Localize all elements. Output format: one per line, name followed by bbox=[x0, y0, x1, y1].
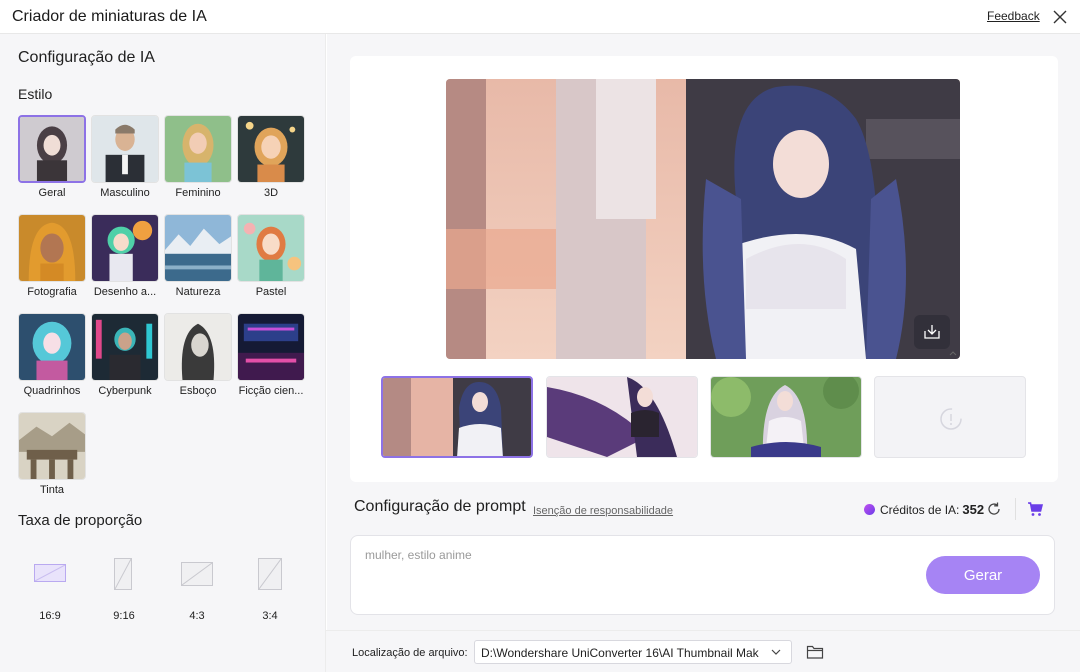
credits-icon bbox=[864, 504, 875, 515]
style-cyberpunk[interactable]: Cyberpunk bbox=[91, 313, 159, 405]
style-label-fotografia: Fotografia bbox=[27, 286, 77, 298]
style-3d[interactable]: 3D bbox=[237, 115, 305, 207]
style-quadrinhos[interactable]: Quadrinhos bbox=[18, 313, 86, 405]
style-label-masculino: Masculino bbox=[100, 187, 150, 199]
style-masculino[interactable]: Masculino bbox=[91, 115, 159, 207]
close-icon bbox=[1053, 10, 1067, 24]
style-feminino-thumbnail bbox=[164, 115, 232, 183]
style-pastel-thumbnail bbox=[237, 214, 305, 282]
style-tinta-thumbnail bbox=[18, 412, 86, 480]
style-tinta[interactable]: Tinta bbox=[18, 412, 86, 504]
style-pastel[interactable]: Pastel bbox=[237, 214, 305, 306]
cart-button[interactable] bbox=[1026, 500, 1044, 518]
style-feminino[interactable]: Feminino bbox=[164, 115, 232, 207]
divider bbox=[1015, 498, 1016, 520]
folder-icon bbox=[806, 645, 824, 659]
ratio-4-3-shape bbox=[181, 562, 213, 586]
style-fotografia[interactable]: Fotografia bbox=[18, 214, 86, 306]
style-natureza-thumbnail bbox=[164, 214, 232, 282]
ai-settings-title: Configuração de IA bbox=[18, 49, 155, 66]
ratio-3-4[interactable]: 3:4 bbox=[240, 556, 300, 626]
style-cyberpunk-thumbnail bbox=[91, 313, 159, 381]
style-quadrinhos-thumbnail bbox=[18, 313, 86, 381]
open-folder-button[interactable] bbox=[806, 644, 824, 660]
style-desenho-thumbnail bbox=[91, 214, 159, 282]
prompt-input[interactable] bbox=[365, 548, 905, 604]
expand-chevron-icon bbox=[949, 351, 957, 356]
generate-button[interactable]: Gerar bbox=[926, 556, 1040, 594]
ratio-3-4-shape bbox=[258, 558, 282, 590]
style-geral[interactable]: Geral bbox=[18, 115, 86, 207]
style-masculino-thumbnail bbox=[91, 115, 159, 183]
file-location-path: D:\Wondershare UniConverter 16\AI Thumbn… bbox=[481, 646, 759, 660]
generated-image-preview bbox=[446, 79, 960, 359]
thumbnail-2[interactable] bbox=[546, 376, 698, 458]
style-label-cyberpunk: Cyberpunk bbox=[98, 385, 152, 397]
thumbnail-4-empty[interactable] bbox=[874, 376, 1026, 458]
chevron-down-icon bbox=[771, 649, 781, 655]
style-fotografia-thumbnail bbox=[18, 214, 86, 282]
file-location-dropdown[interactable]: D:\Wondershare UniConverter 16\AI Thumbn… bbox=[474, 640, 792, 664]
prompt-box: Gerar bbox=[350, 535, 1055, 615]
ratio-16-9-label: 16:9 bbox=[39, 610, 61, 622]
style-desenho-animado[interactable]: Desenho a... bbox=[91, 214, 159, 306]
ratio-4-3[interactable]: 4:3 bbox=[167, 556, 227, 626]
loading-icon bbox=[940, 408, 962, 430]
ratio-9-16[interactable]: 9:16 bbox=[94, 556, 154, 626]
thumbnail-1[interactable] bbox=[381, 376, 533, 458]
cart-icon bbox=[1028, 502, 1044, 516]
credits-value: 352 bbox=[962, 502, 985, 517]
style-label: Estilo bbox=[18, 86, 53, 102]
disclaimer-link[interactable]: Isenção de responsabilidade bbox=[533, 505, 673, 517]
ratio-16-9[interactable]: 16:9 bbox=[20, 556, 80, 626]
window-title: Criador de miniaturas de IA bbox=[12, 8, 207, 25]
style-label-desenho: Desenho a... bbox=[93, 286, 157, 298]
footer-bar: Localização de arquivo: D:\Wondershare U… bbox=[326, 630, 1080, 672]
style-label-ficcao: Ficção cien... bbox=[238, 385, 304, 397]
ratio-16-9-shape bbox=[34, 564, 66, 582]
refresh-credits-button[interactable] bbox=[985, 500, 1003, 518]
ratio-9-16-label: 9:16 bbox=[113, 610, 135, 622]
style-label-natureza: Natureza bbox=[175, 286, 221, 298]
style-label-3d: 3D bbox=[263, 187, 279, 199]
style-label-esboco: Esboço bbox=[179, 385, 217, 397]
style-esboco-thumbnail bbox=[164, 313, 232, 381]
ai-credits: Créditos de IA: 352 bbox=[864, 502, 984, 517]
title-bar: Criador de miniaturas de IA Feedback bbox=[0, 0, 1080, 34]
style-label-feminino: Feminino bbox=[175, 187, 221, 199]
download-button[interactable] bbox=[914, 315, 950, 349]
ratio-9-16-shape bbox=[114, 558, 132, 590]
style-geral-thumbnail bbox=[18, 115, 86, 183]
file-location-label: Localização de arquivo: bbox=[352, 647, 468, 659]
style-natureza[interactable]: Natureza bbox=[164, 214, 232, 306]
download-icon bbox=[924, 325, 940, 339]
ratio-3-4-label: 3:4 bbox=[262, 610, 278, 622]
thumbnail-3[interactable] bbox=[710, 376, 862, 458]
ratio-4-3-label: 4:3 bbox=[189, 610, 205, 622]
credits-label: Créditos de IA: bbox=[880, 502, 960, 517]
style-3d-thumbnail bbox=[237, 115, 305, 183]
style-ficcao-cientifica[interactable]: Ficção cien... bbox=[237, 313, 305, 405]
aspect-ratio-title: Taxa de proporção bbox=[18, 512, 143, 529]
style-label-pastel: Pastel bbox=[255, 286, 287, 298]
style-label-geral: Geral bbox=[38, 187, 66, 199]
style-ficcao-thumbnail bbox=[237, 313, 305, 381]
feedback-link[interactable]: Feedback bbox=[987, 9, 1040, 23]
close-button[interactable] bbox=[1050, 7, 1070, 27]
refresh-icon bbox=[988, 502, 1000, 515]
style-label-tinta: Tinta bbox=[39, 484, 65, 496]
style-esboco[interactable]: Esboço bbox=[164, 313, 232, 405]
style-label-quadrinhos: Quadrinhos bbox=[23, 385, 81, 397]
prompt-settings-title: Configuração de prompt bbox=[354, 498, 526, 515]
ai-settings-panel: Configuração de IA Estilo Geral Masculin… bbox=[0, 34, 326, 672]
